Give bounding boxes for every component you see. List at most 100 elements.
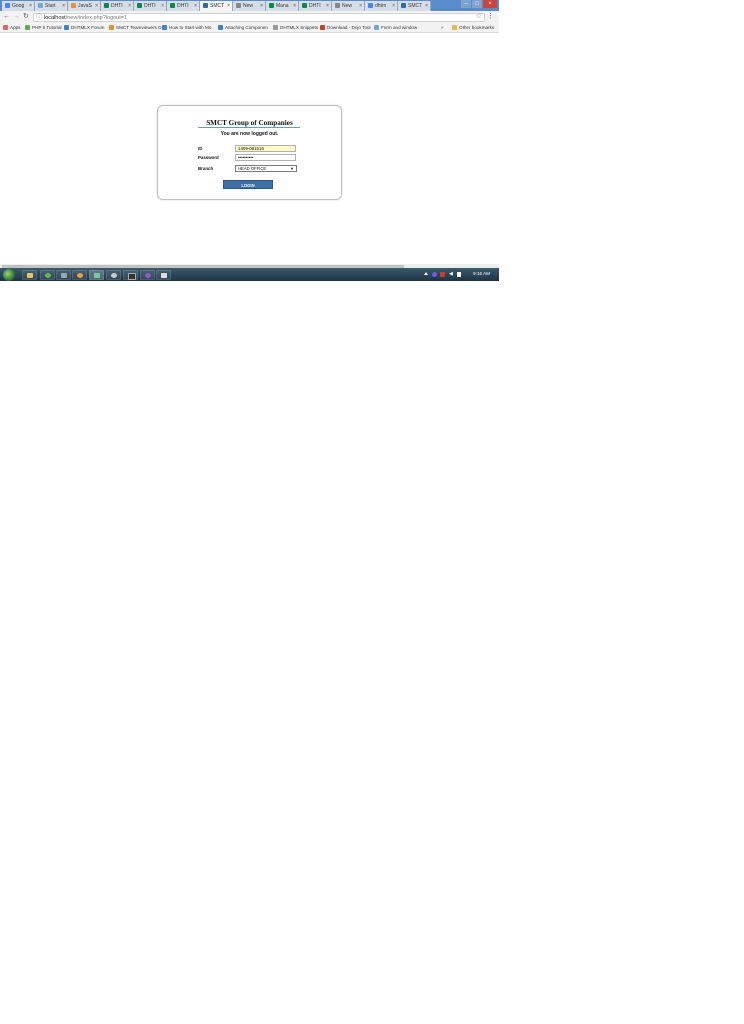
more-bookmarks-button[interactable]: »: [441, 23, 444, 32]
browser-menu-icon[interactable]: ⋮: [487, 12, 494, 22]
window-controls: – □ ×: [461, 0, 497, 9]
login-button[interactable]: LOGIN: [223, 180, 273, 189]
bookmark-item[interactable]: DHTMLX Snippets: [273, 23, 318, 32]
browser-tab[interactable]: DHTI ×: [167, 1, 200, 11]
bookmark-item[interactable]: SMCT Teamviewers D: [109, 23, 162, 32]
tab-close-icon[interactable]: ×: [161, 1, 164, 11]
browser-tab[interactable]: Mana ×: [266, 1, 299, 11]
tray-antivirus-icon[interactable]: [440, 271, 445, 277]
messenger-taskbar-icon[interactable]: [106, 269, 121, 280]
start-button[interactable]: [3, 268, 15, 281]
editor-taskbar-icon[interactable]: [89, 269, 104, 280]
bookmark-item[interactable]: PHP 5 Tutorial: [25, 23, 62, 32]
back-button[interactable]: ←: [3, 12, 10, 22]
tray-expand-icon[interactable]: [424, 271, 428, 275]
tab-close-icon[interactable]: ×: [293, 1, 296, 11]
taskbar-clock[interactable]: 9:16 AM: [473, 271, 490, 276]
app-taskbar-icon[interactable]: [56, 269, 71, 280]
tab-close-icon[interactable]: ×: [95, 1, 98, 11]
login-panel: SMCT Group of Companies You are now logg…: [157, 105, 342, 200]
password-field[interactable]: [235, 153, 296, 161]
tab-favicon-icon: [38, 3, 43, 9]
bookmark-label: How to Start with Mo: [169, 25, 212, 30]
chrome-taskbar-icon[interactable]: [72, 269, 87, 280]
tab-label: DHTI: [309, 3, 321, 9]
bookmark-favicon-icon: [109, 25, 114, 31]
bookmark-favicon-icon: [3, 25, 8, 31]
tab-favicon-icon: [368, 3, 373, 9]
media-taskbar-icon[interactable]: [140, 269, 155, 280]
tab-close-icon[interactable]: ×: [359, 1, 362, 11]
bookmark-favicon-icon: [64, 25, 69, 31]
tab-close-icon[interactable]: ×: [194, 1, 197, 11]
tab-label: dhtm: [375, 3, 387, 9]
notes-taskbar-icon[interactable]: [156, 269, 171, 280]
tab-favicon-icon: [401, 3, 406, 9]
tab-close-icon[interactable]: ×: [29, 1, 32, 11]
tab-close-icon[interactable]: ×: [425, 1, 428, 11]
bookmark-favicon-icon: [374, 25, 379, 31]
tab-label: DHTI: [111, 3, 123, 9]
browser-tab[interactable]: dhtm ×: [365, 1, 398, 11]
browser-tab[interactable]: DHTI ×: [299, 1, 332, 11]
bookmark-label: Download - Dojo Tool: [327, 25, 371, 30]
bookmark-label: Apps: [10, 25, 21, 30]
id-field[interactable]: [235, 145, 296, 152]
tab-close-icon[interactable]: ×: [260, 1, 263, 11]
bookmark-label: Attaching Componen: [225, 25, 268, 30]
minimize-button[interactable]: –: [461, 0, 471, 8]
explorer-taskbar-icon[interactable]: [22, 269, 37, 280]
chat-taskbar-icon[interactable]: [40, 269, 55, 280]
bookmark-star-icon[interactable]: ☆: [476, 12, 482, 22]
bookmark-item[interactable]: Form and window: [374, 23, 417, 32]
branch-label: Branch: [198, 166, 214, 171]
tab-close-icon[interactable]: ×: [128, 1, 131, 11]
close-window-button[interactable]: ×: [483, 0, 497, 8]
bookmark-item[interactable]: Apps: [3, 23, 20, 32]
network-icon[interactable]: [457, 271, 461, 277]
browser-tab[interactable]: SMCT ×: [398, 1, 431, 11]
browser-tab[interactable]: New ×: [233, 1, 266, 11]
tab-label: Start: [45, 3, 56, 9]
tab-close-icon[interactable]: ×: [62, 1, 65, 11]
tab-favicon-icon: [104, 3, 109, 9]
maximize-button[interactable]: □: [472, 0, 482, 8]
forward-button[interactable]: →: [13, 12, 20, 22]
bookmark-item[interactable]: How to Start with Mo: [162, 23, 211, 32]
browser-tab[interactable]: DHTI ×: [134, 1, 167, 11]
tab-close-icon[interactable]: ×: [227, 1, 230, 11]
browser-tab[interactable]: DHTI ×: [101, 1, 134, 11]
page-content: SMCT Group of Companies You are now logg…: [0, 33, 499, 264]
dropdown-arrow-icon: ▼: [290, 165, 294, 171]
branch-select[interactable]: HEAD OFFICE ▼: [235, 164, 297, 172]
browser-tab[interactable]: JavaS ×: [68, 1, 101, 11]
url-input[interactable]: ⓘ localhost/new/index.php?logout=1: [33, 12, 485, 22]
page-info-icon[interactable]: ⓘ: [36, 14, 42, 22]
tab-favicon-icon: [302, 3, 307, 9]
reload-button[interactable]: ↻: [23, 12, 29, 22]
browser-tab[interactable]: SMCT ×: [200, 1, 233, 11]
bookmark-label: DHTMLX Snippets: [280, 25, 319, 30]
other-bookmarks-folder[interactable]: Other bookmarks: [452, 23, 494, 32]
bookmark-item[interactable]: Download - Dojo Tool: [320, 23, 371, 32]
browser-tab[interactable]: Start ×: [35, 1, 68, 11]
tray-app-icon[interactable]: [432, 271, 437, 277]
browser-tab[interactable]: Goog ×: [2, 1, 35, 11]
bookmark-favicon-icon: [162, 25, 167, 31]
branch-selected-value: HEAD OFFICE: [238, 165, 267, 171]
tab-close-icon[interactable]: ×: [392, 1, 395, 11]
tab-favicon-icon: [203, 3, 208, 9]
password-label: Password: [198, 154, 219, 160]
bookmark-favicon-icon: [218, 25, 223, 31]
browser-tab[interactable]: New ×: [332, 1, 365, 11]
bookmark-item[interactable]: Attaching Componen: [218, 23, 268, 32]
tab-close-icon[interactable]: ×: [326, 1, 329, 11]
terminal-taskbar-icon[interactable]: [123, 269, 138, 280]
tab-favicon-icon: [5, 3, 10, 9]
tab-label: Mana: [276, 3, 289, 9]
bookmark-favicon-icon: [25, 25, 30, 31]
volume-icon[interactable]: ◀: [449, 271, 454, 277]
bookmark-item[interactable]: DHTMLX Forum: [64, 23, 104, 32]
bookmark-favicon-icon: [320, 25, 325, 31]
other-bookmarks-label: Other bookmarks: [459, 25, 495, 30]
